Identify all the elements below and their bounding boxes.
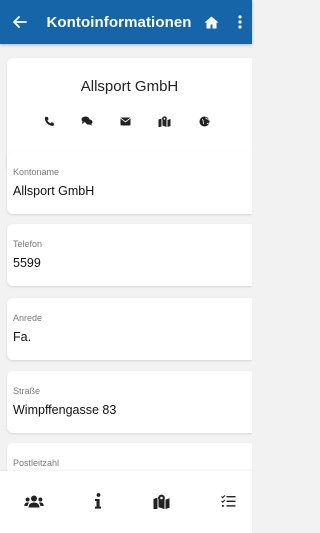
nav-contacts[interactable] [23,491,45,511]
account-details[interactable]: Allsport GmbH Kontoname Allsport GmbH Te… [0,44,252,471]
map-button[interactable] [156,113,172,129]
field-anrede[interactable]: Anrede Fa. [7,298,252,360]
home-button[interactable] [194,0,228,44]
nav-tasks[interactable] [217,491,239,511]
field-label: Telefon [13,239,43,249]
more-options-button[interactable] [228,0,252,44]
users-icon [24,495,44,507]
page-title: Kontoinformationen [46,13,192,31]
field-label: Postleitzahl [13,458,60,468]
chat-button[interactable] [79,113,95,129]
globe-icon [199,116,209,126]
map-marker-icon [158,115,170,127]
nav-info[interactable] [87,491,109,511]
nav-map[interactable] [150,491,172,511]
chat-icon [81,116,93,126]
field-value: Wimpffengasse 83 [13,403,117,417]
website-button[interactable] [196,113,212,129]
map-marker-icon [153,494,169,509]
field-label: Anrede [13,313,43,323]
email-button[interactable] [117,113,133,129]
field-value: Fa. [13,330,32,344]
field-kontoname[interactable]: Kontoname Allsport GmbH [7,152,252,214]
field-strasse[interactable]: Straße Wimpffengasse 83 [7,371,252,433]
home-icon [204,16,218,28]
call-button[interactable] [41,113,57,129]
field-label: Kontoname [13,167,60,177]
bottom-navigation [0,471,252,533]
arrow-left-icon [13,16,27,28]
contact-actions [7,113,252,129]
field-telefon[interactable]: Telefon 5599 [7,224,252,286]
field-value: Allsport GmbH [13,184,95,198]
info-icon [95,493,101,509]
envelope-icon [120,117,130,125]
back-button[interactable] [0,0,40,44]
field-value: 5599 [13,256,41,270]
more-vert-icon [238,15,242,29]
field-label: Straße [13,386,41,396]
app-bar: Kontoinformationen [0,0,252,44]
field-postleitzahl[interactable]: Postleitzahl [7,443,252,471]
tasks-list-icon [220,494,235,507]
company-name: Allsport GmbH [80,78,179,95]
phone-icon [44,116,54,126]
